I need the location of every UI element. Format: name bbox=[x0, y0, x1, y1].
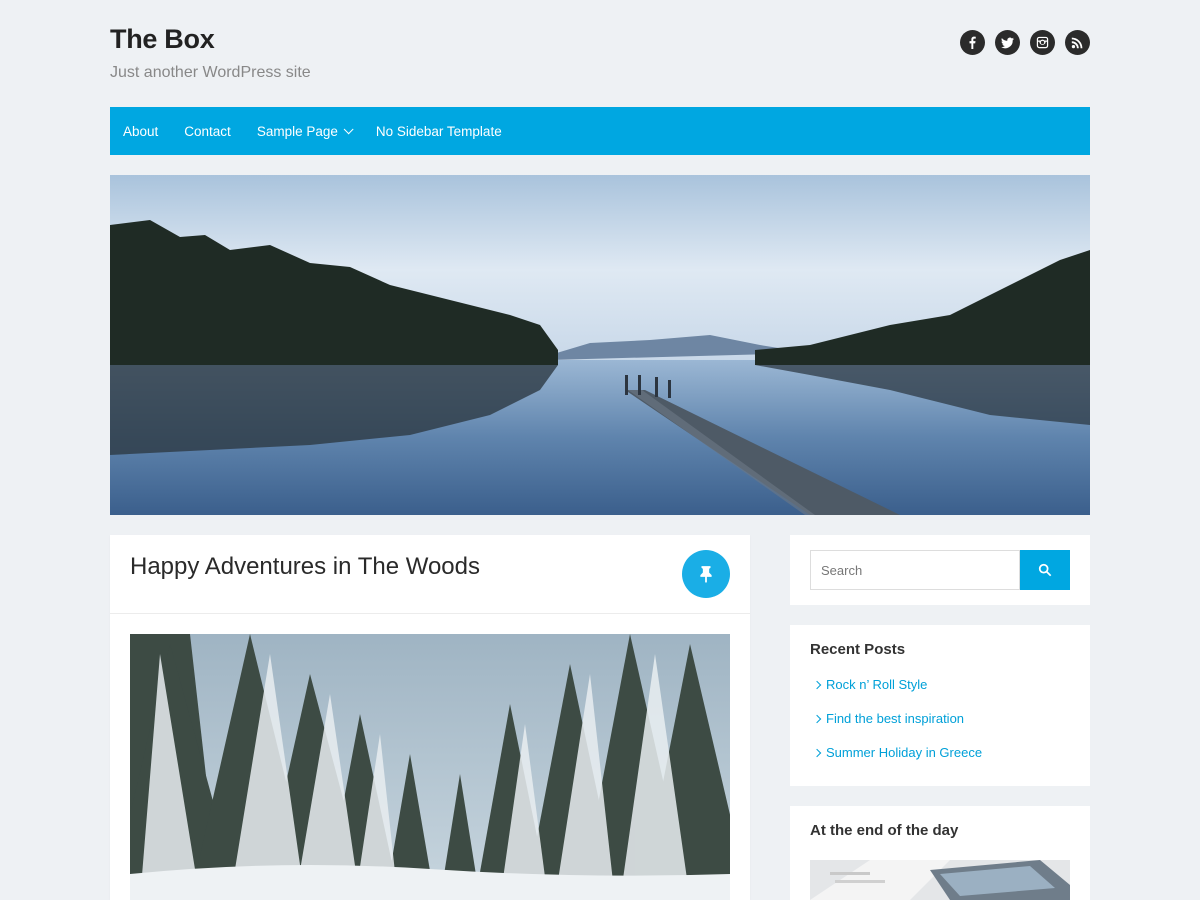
site-title[interactable]: The Box bbox=[110, 24, 215, 55]
end-of-day-widget: At the end of the day bbox=[790, 806, 1090, 900]
nav-item-contact[interactable]: Contact bbox=[184, 124, 231, 139]
recent-posts-list: Rock n’ Roll Style Find the best inspira… bbox=[812, 677, 983, 779]
search-button[interactable] bbox=[1020, 550, 1070, 590]
post-featured-image[interactable] bbox=[130, 634, 730, 900]
pin-icon bbox=[682, 550, 730, 598]
search-widget bbox=[790, 535, 1090, 605]
post-title[interactable]: Happy Adventures in The Woods bbox=[130, 553, 480, 581]
widget-image[interactable] bbox=[810, 860, 1070, 900]
nav-item-label: Sample Page bbox=[256, 123, 338, 139]
nav-item-no-sidebar-template[interactable]: No Sidebar Template bbox=[376, 124, 502, 139]
social-links bbox=[960, 30, 1090, 55]
search-icon bbox=[1038, 563, 1052, 577]
chevron-right-icon bbox=[812, 680, 822, 690]
site-tagline: Just another WordPress site bbox=[110, 64, 311, 81]
post-divider bbox=[110, 613, 750, 614]
chevron-down-icon bbox=[343, 123, 354, 134]
recent-post-link[interactable]: Rock n’ Roll Style bbox=[812, 677, 982, 711]
rss-icon[interactable] bbox=[1065, 30, 1090, 55]
widget-title: At the end of the day bbox=[810, 822, 959, 839]
nav-item-label: About bbox=[123, 123, 159, 139]
twitter-icon[interactable] bbox=[995, 30, 1020, 55]
recent-posts-widget: Recent Posts Rock n’ Roll Style Find the… bbox=[790, 625, 1090, 786]
page-wrapper: The Box Just another WordPress site Abou… bbox=[110, 0, 1090, 900]
header-image bbox=[110, 175, 1090, 515]
post-card: Happy Adventures in The Woods bbox=[110, 535, 750, 900]
instagram-icon[interactable] bbox=[1030, 30, 1055, 55]
recent-post-label: Rock n’ Roll Style bbox=[826, 677, 928, 692]
search-input[interactable] bbox=[810, 550, 1020, 590]
main-navigation: About Contact Sample Page No Sidebar Tem… bbox=[110, 107, 1090, 155]
facebook-icon[interactable] bbox=[960, 30, 985, 55]
nav-item-sample-page[interactable]: Sample Page bbox=[256, 123, 354, 139]
recent-post-link[interactable]: Find the best inspiration bbox=[812, 711, 982, 745]
nav-item-label: No Sidebar Template bbox=[375, 123, 502, 139]
chevron-right-icon bbox=[812, 748, 822, 758]
recent-post-label: Find the best inspiration bbox=[826, 711, 965, 726]
nav-item-label: Contact bbox=[184, 123, 231, 139]
nav-item-about[interactable]: About bbox=[123, 124, 158, 139]
widget-title: Recent Posts bbox=[810, 641, 906, 658]
chevron-right-icon bbox=[812, 714, 822, 724]
recent-post-label: Summer Holiday in Greece bbox=[826, 745, 983, 760]
recent-post-link[interactable]: Summer Holiday in Greece bbox=[812, 745, 983, 779]
